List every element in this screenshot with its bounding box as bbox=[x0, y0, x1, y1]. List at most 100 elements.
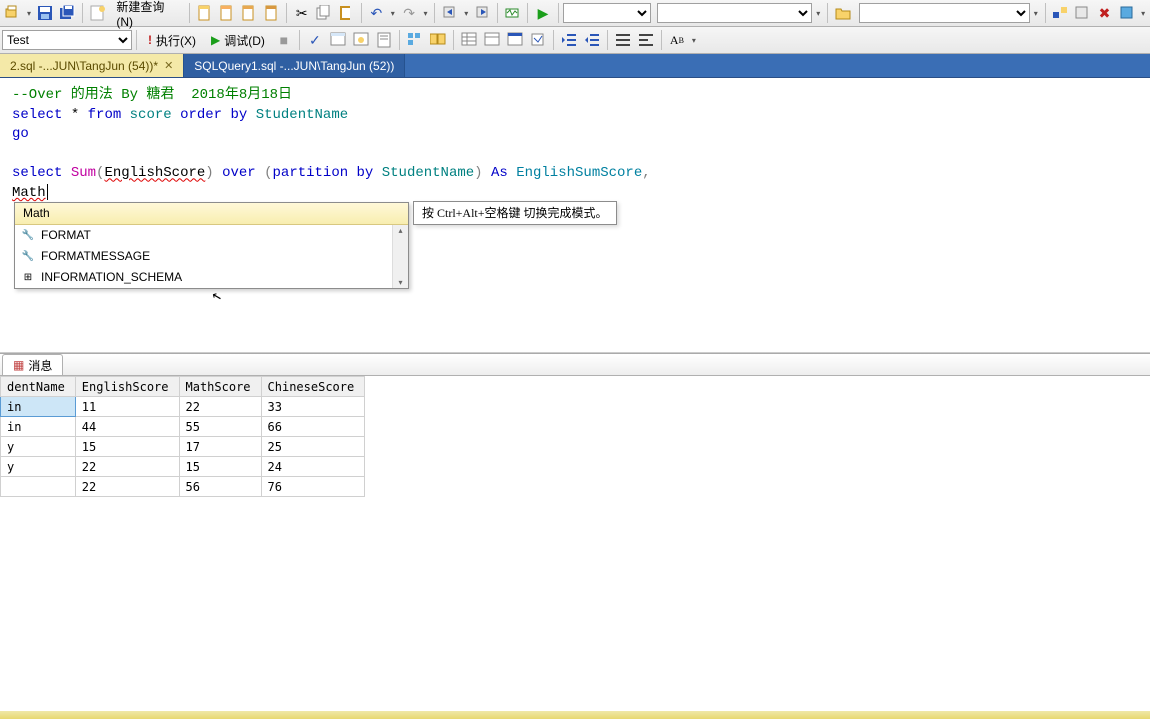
dropdown-icon[interactable]: ▾ bbox=[388, 2, 398, 24]
doc-icon-3[interactable] bbox=[239, 2, 260, 24]
open-icon[interactable] bbox=[2, 2, 23, 24]
cell[interactable] bbox=[1, 477, 76, 497]
undo-icon[interactable]: ↶ bbox=[366, 2, 387, 24]
cell[interactable]: y bbox=[1, 437, 76, 457]
doc-icon-2[interactable] bbox=[217, 2, 238, 24]
intellisense-item[interactable]: 🔧FORMATMESSAGE bbox=[15, 246, 408, 267]
schema-icon: ⊞ bbox=[21, 271, 35, 285]
doc-icon-4[interactable] bbox=[261, 2, 282, 24]
combo-3[interactable] bbox=[859, 3, 1030, 23]
cell[interactable]: 44 bbox=[75, 417, 179, 437]
dropdown-icon[interactable]: ▾ bbox=[461, 2, 471, 24]
database-combo[interactable]: Test bbox=[2, 30, 132, 50]
nav-back-icon[interactable] bbox=[439, 2, 460, 24]
cell[interactable]: 24 bbox=[261, 457, 365, 477]
doc-icon-1[interactable] bbox=[194, 2, 215, 24]
dropdown-icon[interactable]: ▾ bbox=[24, 2, 34, 24]
cell[interactable]: 55 bbox=[179, 417, 261, 437]
execute-button[interactable]: !执行(X) bbox=[141, 29, 203, 51]
dropdown-icon[interactable]: ▾ bbox=[689, 29, 699, 51]
column-header[interactable]: ChineseScore bbox=[261, 377, 365, 397]
table-row[interactable]: in112233 bbox=[1, 397, 365, 417]
intellisense-item[interactable]: ⊞INFORMATION_SCHEMA bbox=[15, 267, 408, 288]
intellisense-item[interactable]: 🔧FORMAT bbox=[15, 225, 408, 246]
messages-label: 消息 bbox=[28, 357, 52, 374]
grid-icon-1[interactable] bbox=[458, 29, 480, 51]
cell[interactable]: 33 bbox=[261, 397, 365, 417]
plan-icon-2[interactable] bbox=[350, 29, 372, 51]
comment-icon[interactable] bbox=[612, 29, 634, 51]
tab-active[interactable]: 2.sql -...JUN\TangJun (54))* ✕ bbox=[0, 54, 184, 77]
cell[interactable]: 25 bbox=[261, 437, 365, 457]
uncomment-icon[interactable] bbox=[635, 29, 657, 51]
cell[interactable]: 15 bbox=[75, 437, 179, 457]
cell[interactable]: in bbox=[1, 397, 76, 417]
column-header[interactable]: EnglishScore bbox=[75, 377, 179, 397]
outdent-icon[interactable] bbox=[581, 29, 603, 51]
table-row[interactable]: y151725 bbox=[1, 437, 365, 457]
result-mode-1-icon[interactable] bbox=[404, 29, 426, 51]
copy-icon[interactable] bbox=[313, 2, 334, 24]
dropdown-icon[interactable]: ▾ bbox=[421, 2, 431, 24]
cell[interactable]: 76 bbox=[261, 477, 365, 497]
close-icon[interactable]: ✕ bbox=[164, 59, 173, 72]
combo-2[interactable] bbox=[657, 3, 813, 23]
parse-icon[interactable]: ✓ bbox=[304, 29, 326, 51]
tab-label: 2.sql -...JUN\TangJun (54))* bbox=[10, 59, 158, 73]
tool-icon-1[interactable] bbox=[1050, 2, 1071, 24]
new-query-button[interactable]: 新建查询(N) bbox=[109, 2, 185, 24]
paste-icon[interactable] bbox=[336, 2, 357, 24]
cell[interactable]: 17 bbox=[179, 437, 261, 457]
intellisense-tooltip: 按 Ctrl+Alt+空格键 切换完成模式。 bbox=[413, 201, 617, 225]
dropdown-icon[interactable]: ▾ bbox=[813, 2, 823, 24]
cell[interactable]: 66 bbox=[261, 417, 365, 437]
options-icon[interactable] bbox=[527, 29, 549, 51]
results-grid[interactable]: dentNameEnglishScoreMathScoreChineseScor… bbox=[0, 376, 365, 497]
debug-button[interactable]: ▶调试(D) bbox=[204, 29, 272, 51]
nav-fwd-icon[interactable] bbox=[472, 2, 493, 24]
combo-1[interactable] bbox=[563, 3, 651, 23]
cell[interactable]: 22 bbox=[179, 397, 261, 417]
cell[interactable]: 11 bbox=[75, 397, 179, 417]
table-row[interactable]: 225676 bbox=[1, 477, 365, 497]
grid-icon-2[interactable] bbox=[481, 29, 503, 51]
cell[interactable]: 22 bbox=[75, 477, 179, 497]
plan-icon-1[interactable] bbox=[327, 29, 349, 51]
tab-inactive[interactable]: SQLQuery1.sql -...JUN\TangJun (52)) bbox=[184, 54, 405, 77]
dropdown-icon[interactable]: ▾ bbox=[1138, 2, 1148, 24]
table-row[interactable]: in445566 bbox=[1, 417, 365, 437]
redo-icon[interactable]: ↷ bbox=[399, 2, 420, 24]
cell[interactable]: y bbox=[1, 457, 76, 477]
cut-icon[interactable]: ✂ bbox=[291, 2, 312, 24]
text-caret bbox=[47, 184, 48, 200]
tool-icon-2[interactable] bbox=[1072, 2, 1093, 24]
new-query-project-icon[interactable] bbox=[87, 2, 108, 24]
save-all-icon[interactable] bbox=[57, 2, 78, 24]
column-header[interactable]: MathScore bbox=[179, 377, 261, 397]
messages-tab[interactable]: ▦ 消息 bbox=[2, 354, 63, 375]
sql-editor[interactable]: --Over 的用法 By 糖君 2018年8月18日 select * fro… bbox=[0, 78, 1150, 353]
font-icon[interactable]: AB bbox=[666, 29, 688, 51]
result-mode-2-icon[interactable] bbox=[427, 29, 449, 51]
cell[interactable]: 22 bbox=[75, 457, 179, 477]
tool-icon-3[interactable]: ✖ bbox=[1094, 2, 1115, 24]
scrollbar[interactable]: ▴▾ bbox=[392, 225, 408, 288]
dropdown-icon[interactable]: ▾ bbox=[1031, 2, 1041, 24]
intellisense-filter[interactable]: Math bbox=[15, 203, 408, 225]
table-row[interactable]: y221524 bbox=[1, 457, 365, 477]
stop-icon[interactable]: ■ bbox=[273, 29, 295, 51]
activity-icon[interactable] bbox=[502, 2, 523, 24]
properties-icon[interactable] bbox=[504, 29, 526, 51]
folder-icon[interactable] bbox=[832, 2, 853, 24]
plan-icon-3[interactable] bbox=[373, 29, 395, 51]
play-icon[interactable]: ▶ bbox=[532, 2, 553, 24]
save-icon[interactable] bbox=[35, 2, 56, 24]
cell[interactable]: in bbox=[1, 417, 76, 437]
cell[interactable]: 15 bbox=[179, 457, 261, 477]
cell[interactable]: 56 bbox=[179, 477, 261, 497]
tool-icon-4[interactable] bbox=[1116, 2, 1137, 24]
indent-icon[interactable] bbox=[558, 29, 580, 51]
function-icon: 🔧 bbox=[21, 250, 35, 264]
column-header[interactable]: dentName bbox=[1, 377, 76, 397]
message-icon: ▦ bbox=[13, 358, 24, 372]
